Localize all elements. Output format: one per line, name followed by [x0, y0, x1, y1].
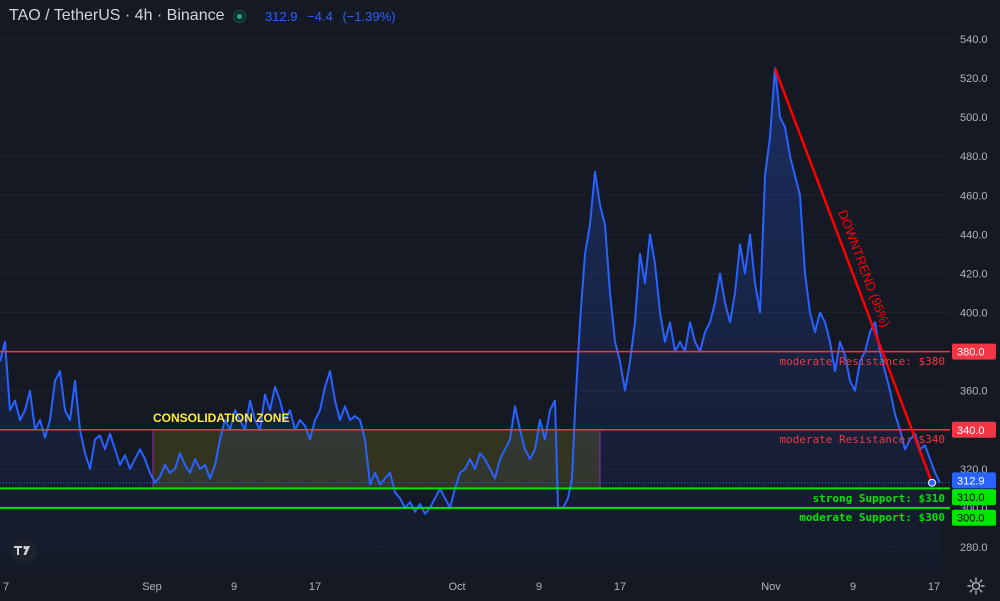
resistance-label-340: moderate Resistance: $340 [779, 433, 945, 446]
price-axis-tick: 520.0 [960, 73, 988, 85]
time-axis-tick: 9 [536, 581, 542, 593]
time-axis-tick: Sep [142, 581, 162, 593]
price-axis-tick: 280.0 [960, 542, 988, 554]
svg-text:310.0: 310.0 [957, 492, 985, 504]
price-change-percent: (−1.39%) [342, 9, 396, 24]
price-axis-tick: 440.0 [960, 229, 988, 241]
time-axis-tick: Oct [448, 581, 465, 593]
axis-badge-current-price: 312.9 [952, 472, 996, 489]
price-info: 312.9 −4.4 (−1.39%) [265, 9, 402, 24]
symbol-title[interactable]: TAO / TetherUS · 4h · Binance [9, 7, 225, 25]
downtrend-label: DOWNTREND (95%) [835, 208, 893, 330]
time-axis[interactable]: 7 Sep 9 17 Oct 9 17 Nov 9 17 [3, 581, 940, 593]
time-axis-tick: Nov [761, 581, 781, 593]
time-axis-tick: 17 [928, 581, 940, 593]
time-axis-tick: 17 [309, 581, 321, 593]
time-axis-tick: 9 [850, 581, 856, 593]
price-change: −4.4 [307, 9, 333, 24]
price-axis-tick: 360.0 [960, 386, 988, 398]
last-price: 312.9 [265, 9, 298, 24]
price-axis-tick: 500.0 [960, 112, 988, 124]
axis-badge-310: 310.0 [952, 489, 996, 506]
price-axis-tick: 540.0 [960, 34, 988, 46]
gear-icon[interactable] [966, 576, 986, 596]
price-axis-tick: 420.0 [960, 268, 988, 280]
svg-text:312.9: 312.9 [957, 475, 985, 487]
market-open-dot-icon [233, 10, 246, 23]
svg-text:380.0: 380.0 [957, 347, 985, 359]
price-area-fill [0, 68, 940, 573]
axis-badge-300: 300.0 [952, 509, 996, 526]
consolidation-zone-label: CONSOLIDATION ZONE [153, 411, 289, 425]
time-axis-tick: 9 [231, 581, 237, 593]
price-axis-tick: 460.0 [960, 190, 988, 202]
price-axis-tick: 400.0 [960, 308, 988, 320]
axis-badge-380: 380.0 [952, 343, 996, 360]
support-label-310: strong Support: $310 [813, 492, 945, 505]
resistance-label-380: moderate Resistance: $380 [779, 355, 945, 368]
last-price-marker [928, 478, 936, 487]
price-axis-tick: 480.0 [960, 151, 988, 163]
svg-text:340.0: 340.0 [957, 425, 985, 437]
time-axis-tick: 7 [3, 581, 9, 593]
tradingview-logo-icon[interactable] [6, 537, 42, 563]
svg-text:300.0: 300.0 [957, 513, 985, 525]
time-axis-tick: 17 [614, 581, 626, 593]
price-chart[interactable]: CONSOLIDATION ZONE DOWNTREND (95%) moder… [0, 0, 1000, 600]
chart-header: TAO / TetherUS · 4h · Binance 312.9 −4.4… [0, 0, 950, 32]
support-label-300: moderate Support: $300 [799, 511, 945, 524]
axis-badge-340: 340.0 [952, 421, 996, 438]
